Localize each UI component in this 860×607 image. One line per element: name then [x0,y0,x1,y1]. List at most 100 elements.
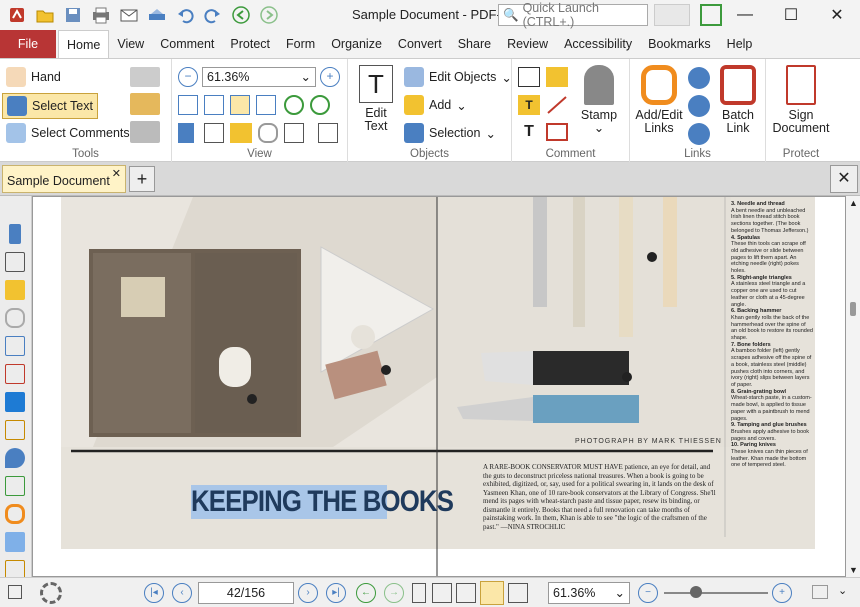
globe-add-icon[interactable] [688,67,710,89]
redo-icon[interactable] [200,3,226,27]
tab-form[interactable]: Form [278,30,323,58]
zoom-out-icon[interactable]: − [178,67,198,87]
previous-page-button[interactable]: ‹ [172,583,192,603]
back-icon[interactable] [228,3,254,27]
batch-link-button[interactable]: Batch Link [714,65,762,135]
facing-icon[interactable] [456,583,476,603]
text-box-icon[interactable]: T [518,95,540,115]
arrow-icon[interactable] [546,95,568,115]
zoom-in-icon[interactable]: + [320,67,340,87]
status-view-icon[interactable] [812,585,828,599]
last-page-button[interactable]: ▸| [326,583,346,603]
thumbnails-panel-icon[interactable] [5,252,25,272]
facing-continuous-icon[interactable] [480,581,504,605]
status-dropdown-icon[interactable]: ⌄ [838,584,847,597]
print-icon[interactable] [88,3,114,27]
sign-document-button[interactable]: Sign Document [770,65,832,135]
rectangle-icon[interactable] [546,123,568,141]
tab-share[interactable]: Share [450,30,499,58]
close-tab-icon[interactable]: ✕ [112,167,121,180]
stamp-button[interactable]: Stamp ⌄ [574,65,624,135]
select-text-button[interactable]: Select Text [2,93,98,119]
attachments-panel-icon[interactable] [5,308,25,328]
fit-page-icon[interactable] [204,95,224,115]
tags-panel-icon[interactable] [5,420,25,440]
continuous-icon[interactable] [432,583,452,603]
fit-visible-icon[interactable] [256,95,276,115]
pages-icon[interactable] [204,123,224,143]
add-edit-links-button[interactable]: Add/Edit Links [632,65,686,135]
vertical-scrollbar[interactable]: ▲ ▼ [846,196,860,577]
zoom-select[interactable]: 61.36% ⌄ [202,67,316,87]
tab-comment[interactable]: Comment [152,30,222,58]
fields-panel-icon[interactable] [5,364,25,384]
comments-panel-icon[interactable] [230,123,252,143]
properties-icon[interactable] [284,123,304,143]
structure-panel-icon[interactable] [5,476,25,496]
next-page-button[interactable]: › [298,583,318,603]
undo-icon[interactable] [172,3,198,27]
tab-protect[interactable]: Protect [222,30,278,58]
tab-home[interactable]: Home [58,30,110,58]
add-button[interactable]: Add ⌄ [404,95,467,115]
selection-button[interactable]: Selection ⌄ [404,123,496,143]
status-zoom-in-button[interactable]: + [772,583,792,603]
tab-accessibility[interactable]: Accessibility [556,30,640,58]
globe-remove-icon[interactable] [688,95,710,117]
tab-review[interactable]: Review [499,30,556,58]
save-icon[interactable] [60,3,86,27]
scroll-down-icon[interactable]: ▼ [849,565,858,575]
select-comments-button[interactable]: Select Comments [6,123,130,143]
status-zoom-out-button[interactable]: − [638,583,658,603]
tab-organize[interactable]: Organize [323,30,390,58]
minimize-button[interactable]: — [722,0,768,30]
hand-button[interactable]: Hand [6,67,61,87]
document-tab[interactable]: Sample Document ✕ [2,165,126,193]
comments-panel-icon[interactable] [5,280,25,300]
status-menu-icon[interactable] [8,585,22,599]
typewriter-icon[interactable] [518,67,540,87]
tab-file[interactable]: File [0,30,56,58]
email-icon[interactable] [116,3,142,27]
single-page-icon[interactable] [412,583,426,603]
back-view-button[interactable]: ← [356,583,376,603]
gear-icon[interactable] [40,582,62,604]
customize-icon[interactable] [654,4,690,26]
links-panel-icon[interactable] [5,504,25,524]
fit-width-icon[interactable] [230,95,250,115]
document-view[interactable]: PHOTOGRAPH BY MARK THIESSEN KEEPING THE … [32,196,846,577]
rotate-right-icon[interactable] [310,95,330,115]
tab-view[interactable]: View [109,30,152,58]
new-tab-button[interactable]: + [129,166,155,192]
status-zoom-select[interactable]: 61.36% ⌄ [548,582,630,604]
snapshot-icon[interactable] [130,67,160,87]
tab-help[interactable]: Help [719,30,761,58]
note-icon[interactable] [546,67,568,87]
tab-bookmarks[interactable]: Bookmarks [640,30,719,58]
tag-panel-icon[interactable] [5,532,25,552]
attachments-icon[interactable] [258,123,278,143]
bookmarks-panel-icon[interactable] [9,224,21,244]
rotate-left-icon[interactable] [284,95,304,115]
open-folder-icon[interactable] [32,3,58,27]
text-icon[interactable]: T [518,123,540,143]
find-icon[interactable] [130,121,160,143]
scroll-thumb[interactable] [850,302,856,316]
edit-objects-button[interactable]: Edit Objects ⌄ [404,67,512,87]
tab-convert[interactable]: Convert [390,30,450,58]
close-button[interactable]: ✕ [814,0,860,30]
edit-text-button[interactable]: T Edit Text [352,65,400,133]
clipboard-icon[interactable] [130,93,160,115]
scan-icon[interactable] [144,3,170,27]
location-panel-icon[interactable] [5,448,25,468]
scroll-up-icon[interactable]: ▲ [849,198,858,208]
forward-view-button[interactable]: → [384,583,404,603]
globe-link-icon[interactable] [688,123,710,145]
article-heading[interactable]: KEEPING THE BOOKS [191,485,454,519]
settings-icon[interactable] [318,123,338,143]
bookmarks-icon[interactable] [178,123,194,143]
destinations-panel-icon[interactable] [5,336,25,356]
quick-launch-input[interactable]: 🔍 Quick Launch (CTRL+.) [498,1,648,29]
fullscreen-icon[interactable] [700,4,722,26]
zoom-slider-thumb[interactable] [690,586,702,598]
